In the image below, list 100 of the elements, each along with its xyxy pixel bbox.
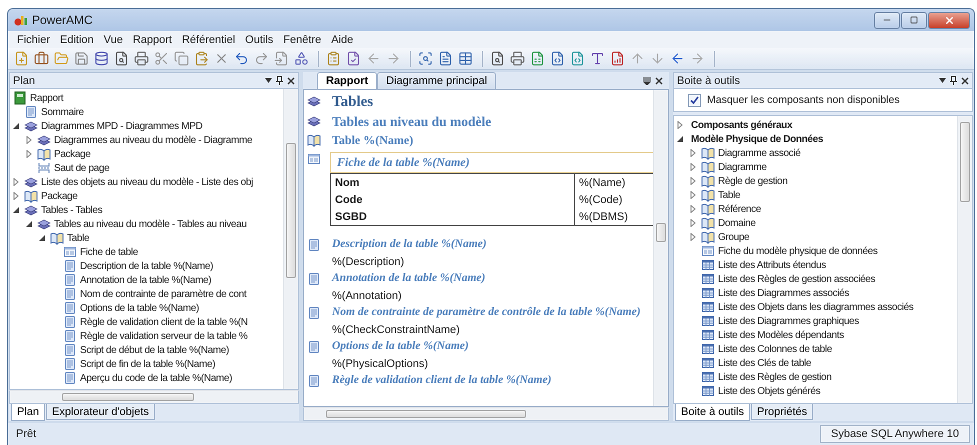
tree-item[interactable]: Liste des objets au niveau du modèle - Liste des obj [41, 176, 253, 188]
tree-item[interactable]: Liste des Diagrammes associés [718, 288, 850, 298]
tree-item[interactable]: Liste des Règles de gestion [718, 372, 832, 382]
redo-icon[interactable] [254, 51, 269, 66]
panel-tab[interactable]: Plan [11, 404, 46, 421]
tree-item[interactable]: Liste des Clés de table [718, 358, 812, 368]
tree-item[interactable]: Diagramme associé [718, 148, 800, 158]
tree-item[interactable]: Liste des Règles de gestion associées [718, 274, 876, 284]
tree-item[interactable]: Options de la table %(Name) [80, 302, 199, 314]
tree-item[interactable]: Script de fin de la table %(Name) [80, 358, 216, 370]
save-icon[interactable] [74, 51, 89, 66]
tree-item[interactable]: Package [41, 190, 78, 202]
menu-item[interactable]: Outils [240, 34, 278, 46]
tree-item[interactable]: Diagrammes au niveau du modèle - Diagramme [54, 134, 252, 146]
tree-item[interactable]: Règle de validation client de la table %(N [80, 316, 248, 328]
right-arrow-icon[interactable] [386, 51, 401, 66]
file-check-icon[interactable] [346, 51, 361, 66]
tree-item[interactable]: Description de la table %(Name) [80, 260, 214, 272]
menu-item[interactable]: Edition [55, 34, 99, 46]
tree-item[interactable]: Rapport [30, 92, 64, 104]
minimize-button[interactable] [874, 12, 900, 28]
tree-item[interactable]: Liste des Diagrammes graphiques [718, 316, 859, 326]
tree-item[interactable]: Domaine [718, 218, 756, 228]
text-page-icon[interactable] [438, 51, 453, 66]
tree-item[interactable]: Groupe [718, 232, 750, 242]
tree-item[interactable]: Sommaire [41, 106, 84, 118]
chart-file-icon[interactable] [610, 51, 625, 66]
vertical-scrollbar[interactable] [653, 90, 668, 406]
tree-item[interactable]: Diagramme [718, 162, 767, 172]
file-search-icon[interactable] [490, 51, 505, 66]
paste-icon[interactable] [194, 51, 209, 66]
panel-tab[interactable]: Explorateur d'objets [46, 404, 155, 420]
zoom-page-icon[interactable] [418, 51, 433, 66]
font-icon[interactable] [590, 51, 605, 66]
vertical-scrollbar[interactable] [283, 89, 298, 389]
tree-item[interactable]: Règle de validation serveur de la table % [80, 330, 248, 342]
panel-tab[interactable]: Propriétés [750, 404, 814, 420]
new-file-icon[interactable] [14, 51, 29, 66]
dropdown-icon[interactable] [939, 78, 946, 83]
tree-item[interactable]: Fiche du modèle physique de données [718, 246, 878, 256]
spreadsheet-icon[interactable] [530, 51, 545, 66]
tree-item[interactable]: Composants généraux [691, 120, 792, 130]
tree-item[interactable]: Liste des Objets générés [718, 386, 820, 396]
document-tab[interactable]: Diagramme principal [377, 72, 496, 89]
shapes-icon[interactable] [294, 51, 309, 66]
tree-item[interactable]: Annotation de la table %(Name) [80, 274, 212, 286]
forward-arrow-icon[interactable] [690, 51, 705, 66]
delete-icon[interactable] [214, 51, 229, 66]
close-icon[interactable] [655, 77, 663, 85]
cut-icon[interactable] [154, 51, 169, 66]
tree-item[interactable]: Nom de contrainte de paramètre de cont [80, 288, 246, 300]
tree-item[interactable]: Diagrammes MPD - Diagrammes MPD [41, 120, 202, 132]
tab-list-icon[interactable] [643, 77, 651, 85]
tree-item[interactable]: Référence [718, 204, 761, 214]
clipboard-icon[interactable] [326, 51, 341, 66]
expanded-arrow-icon[interactable] [12, 122, 20, 130]
table-icon[interactable] [458, 51, 473, 66]
close-button[interactable] [928, 12, 970, 28]
close-icon[interactable] [961, 76, 969, 84]
tree-item[interactable]: Tables - Tables [41, 204, 102, 216]
print-icon[interactable] [134, 51, 149, 66]
tree-item[interactable]: Table [718, 190, 740, 200]
menu-item[interactable]: Référentiel [176, 34, 240, 46]
maximize-button[interactable] [901, 12, 927, 28]
tree-item[interactable]: Liste des Colonnes de table [718, 344, 832, 354]
horizontal-scrollbar[interactable] [303, 407, 669, 421]
printer-icon[interactable] [510, 51, 525, 66]
tree-item[interactable]: Script de début de la table %(Name) [80, 344, 229, 356]
preview-icon[interactable] [114, 51, 129, 66]
briefcase-icon[interactable] [34, 51, 49, 66]
pin-icon[interactable] [276, 76, 283, 85]
checkbox[interactable] [688, 94, 701, 106]
tree-item[interactable]: Liste des Modèles dépendants [718, 330, 844, 340]
tree-item[interactable]: Liste des Attributs étendus [718, 260, 826, 270]
horizontal-scrollbar[interactable] [9, 390, 299, 404]
folder-icon[interactable] [54, 51, 69, 66]
menu-item[interactable]: Aide [326, 34, 358, 46]
undo-icon[interactable] [234, 51, 249, 66]
menu-item[interactable]: Vue [98, 34, 128, 46]
pin-icon[interactable] [950, 76, 957, 85]
tree-item[interactable]: Modèle Physique de Données [691, 134, 824, 144]
collapsed-arrow-icon[interactable] [676, 121, 684, 129]
panel-tab[interactable]: Boite à outils [675, 404, 750, 421]
tree-item[interactable]: Saut de page [54, 162, 110, 174]
database-icon[interactable] [94, 51, 109, 66]
close-icon[interactable] [287, 76, 295, 84]
expanded-arrow-icon[interactable] [676, 135, 684, 143]
tree-item[interactable]: Table [67, 232, 90, 244]
document-tab[interactable]: Rapport [317, 72, 378, 89]
tree-item[interactable]: Aperçu du code de la table %(Name) [80, 372, 232, 384]
menu-item[interactable]: Fichier [12, 34, 56, 46]
menu-item[interactable]: Fenêtre [278, 34, 326, 46]
vertical-scrollbar[interactable] [957, 116, 972, 403]
copy-icon[interactable] [174, 51, 189, 66]
tree-item[interactable]: Tables au niveau du modèle - Tables au niveau [54, 218, 247, 230]
tree-item[interactable]: Liste des Objets dans les diagrammes associés [718, 302, 914, 312]
tree-item[interactable]: Package [54, 148, 90, 160]
menu-item[interactable]: Rapport [128, 34, 177, 46]
code-file-icon[interactable] [550, 51, 565, 66]
down-arrow-icon[interactable] [650, 51, 665, 66]
